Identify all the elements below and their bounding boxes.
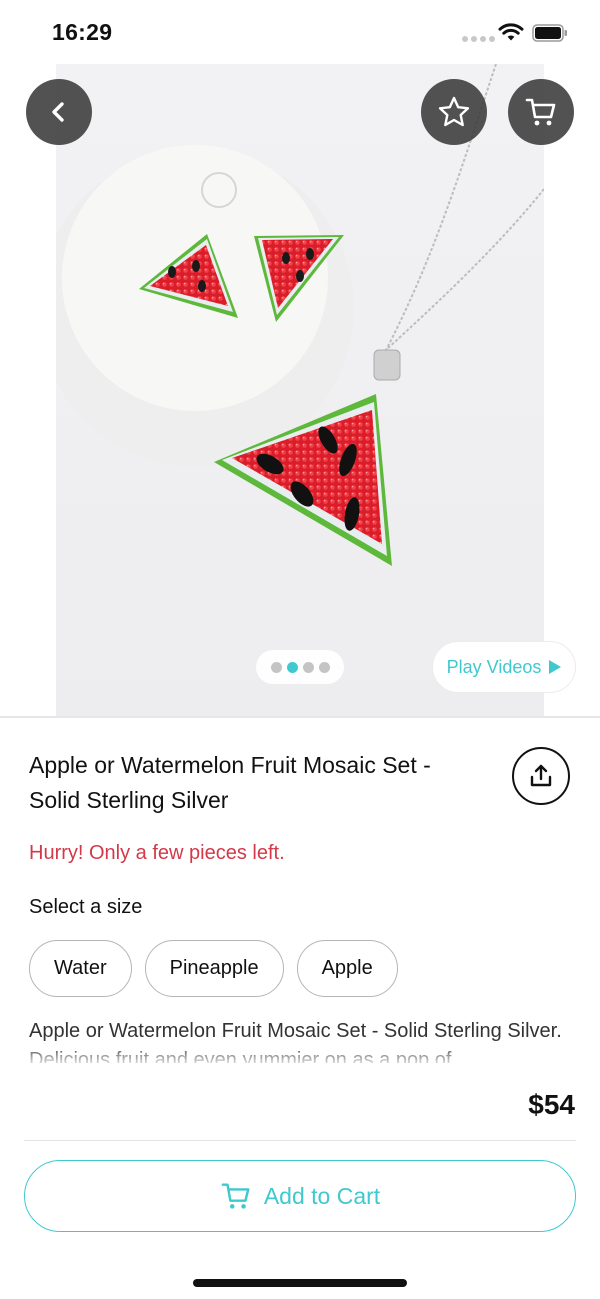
size-option-pineapple[interactable]: Pineapple bbox=[144, 940, 284, 997]
size-options: Water Pineapple Apple bbox=[29, 940, 398, 997]
purchase-bar: $54 Add to Cart bbox=[0, 1063, 600, 1299]
share-icon bbox=[530, 764, 552, 787]
add-to-cart-label: Add to Cart bbox=[263, 1182, 381, 1209]
play-videos-button[interactable]: Play Videos bbox=[432, 641, 576, 693]
signal-icon bbox=[462, 36, 495, 42]
favorite-button[interactable] bbox=[421, 79, 487, 145]
cart-icon bbox=[525, 98, 556, 126]
status-time: 16:29 bbox=[52, 19, 113, 45]
cart-button[interactable] bbox=[508, 79, 574, 145]
page-dot[interactable] bbox=[270, 661, 282, 673]
back-button[interactable] bbox=[26, 79, 92, 145]
product-title: Apple or Watermelon Fruit Mosaic Set - S… bbox=[29, 748, 479, 818]
size-label: Select a size bbox=[29, 896, 143, 918]
status-bar: 16:29 bbox=[0, 0, 600, 64]
cart-icon bbox=[221, 1183, 250, 1209]
product-illustration bbox=[56, 64, 544, 566]
divider bbox=[24, 1140, 576, 1141]
price: $54 bbox=[528, 1089, 575, 1120]
add-to-cart-button[interactable]: Add to Cart bbox=[24, 1160, 576, 1232]
gallery-pagination[interactable] bbox=[256, 650, 344, 684]
chevron-left-icon bbox=[52, 102, 64, 122]
page-dot-active[interactable] bbox=[286, 661, 298, 673]
product-description: Apple or Watermelon Fruit Mosaic Set - S… bbox=[29, 1020, 562, 1063]
home-indicator[interactable] bbox=[193, 1279, 407, 1287]
product-photo[interactable] bbox=[56, 64, 544, 716]
product-title-line1: Apple or Watermelon Fruit Mosaic Set - bbox=[29, 752, 431, 778]
play-icon bbox=[549, 660, 562, 674]
battery-icon bbox=[532, 24, 567, 42]
product-gallery[interactable] bbox=[0, 64, 600, 716]
page-dot[interactable] bbox=[318, 661, 330, 673]
size-option-water[interactable]: Water bbox=[29, 940, 132, 997]
product-title-line2: Solid Sterling Silver bbox=[29, 787, 229, 813]
star-icon bbox=[438, 96, 470, 127]
share-button[interactable] bbox=[512, 747, 570, 805]
divider bbox=[0, 716, 600, 718]
page-dot[interactable] bbox=[302, 661, 314, 673]
wifi-icon bbox=[498, 23, 524, 41]
stock-warning: Hurry! Only a few pieces left. bbox=[29, 842, 285, 864]
play-videos-label: Play Videos bbox=[446, 656, 542, 677]
size-option-apple[interactable]: Apple bbox=[296, 940, 398, 997]
